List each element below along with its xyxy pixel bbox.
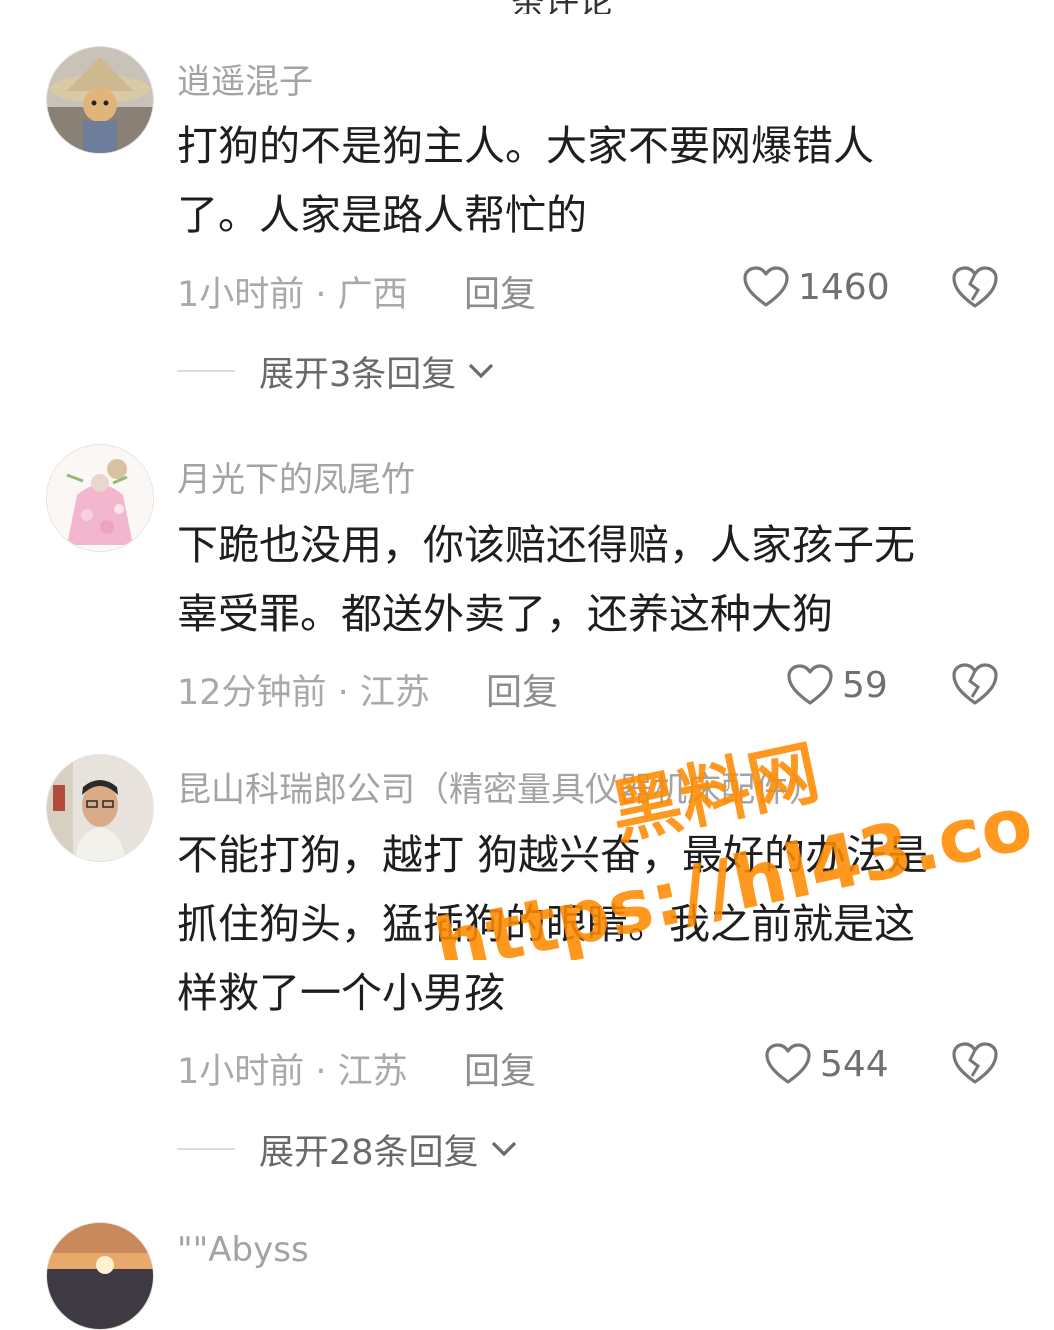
time-location: 1小时前 · 广西	[177, 275, 408, 315]
chevron-down-icon	[491, 1141, 516, 1157]
reply-button[interactable]: 回复	[464, 1042, 536, 1094]
avatar[interactable]	[46, 1222, 154, 1330]
comment-text: 不能打狗，越打 狗越兴奋，最好的办法是 抓住狗头，猛插狗的眼睛。我之前就是这 样…	[177, 821, 997, 1028]
avatar[interactable]	[46, 46, 154, 154]
reply-button[interactable]: 回复	[464, 265, 536, 317]
avatar[interactable]	[46, 754, 154, 862]
expand-replies-label: 展开28条回复	[259, 1132, 479, 1173]
like-button[interactable]: 1460	[742, 262, 890, 312]
comment-line: 样救了一个小男孩	[177, 969, 505, 1017]
like-button[interactable]: 544	[764, 1039, 889, 1089]
comment-text: 打狗的不是狗主人。大家不要网爆错人 了。人家是路人帮忙的	[177, 112, 997, 250]
like-count: 59	[842, 664, 888, 706]
username[interactable]: 逍遥混子	[177, 54, 313, 103]
broken-heart-icon[interactable]	[950, 1040, 1000, 1086]
comment-line: 辜受罪。都送外卖了，还养这种大狗	[177, 590, 833, 638]
like-count: 544	[820, 1043, 889, 1085]
comment-line: 抓住狗头，猛插狗的眼睛。我之前就是这	[177, 900, 915, 948]
like-count: 1460	[798, 266, 890, 308]
reply-button[interactable]: 回复	[486, 663, 558, 715]
broken-heart-icon[interactable]	[950, 264, 1000, 310]
expand-replies[interactable]: 展开3条回复	[177, 346, 496, 396]
heart-outline-icon	[787, 664, 833, 705]
like-button[interactable]: 59	[786, 660, 888, 710]
comment-line: 下跪也没用，你该赔还得赔，人家孩子无	[177, 521, 915, 569]
broken-heart-icon[interactable]	[950, 661, 1000, 707]
time-location: 1小时前 · 江苏	[177, 1052, 408, 1092]
divider-line	[177, 370, 235, 372]
header-title: 条评论	[511, 0, 613, 14]
comment-line: 不能打狗，越打 狗越兴奋，最好的办法是	[177, 831, 929, 879]
expand-replies[interactable]: 展开28条回复	[177, 1124, 519, 1174]
comment-text: 下跪也没用，你该赔还得赔，人家孩子无 辜受罪。都送外卖了，还养这种大狗	[177, 511, 997, 649]
time-location: 12分钟前 · 江苏	[177, 673, 430, 713]
page-header-partial: 条评论	[0, 0, 1054, 14]
username[interactable]: 昆山科瑞郎公司（精密量具仪器机床配件）	[177, 762, 823, 811]
comment-line: 了。人家是路人帮忙的	[177, 191, 587, 239]
expand-replies-label: 展开3条回复	[259, 354, 457, 395]
username[interactable]: 月光下的凤尾竹	[177, 452, 415, 501]
heart-outline-icon	[743, 266, 789, 307]
divider-line	[177, 1148, 235, 1150]
heart-outline-icon	[765, 1043, 811, 1084]
avatar[interactable]	[46, 444, 154, 552]
username[interactable]: ""Abyss	[177, 1230, 309, 1270]
comment-line: 打狗的不是狗主人。大家不要网爆错人	[177, 122, 874, 170]
chevron-down-icon	[469, 363, 494, 379]
